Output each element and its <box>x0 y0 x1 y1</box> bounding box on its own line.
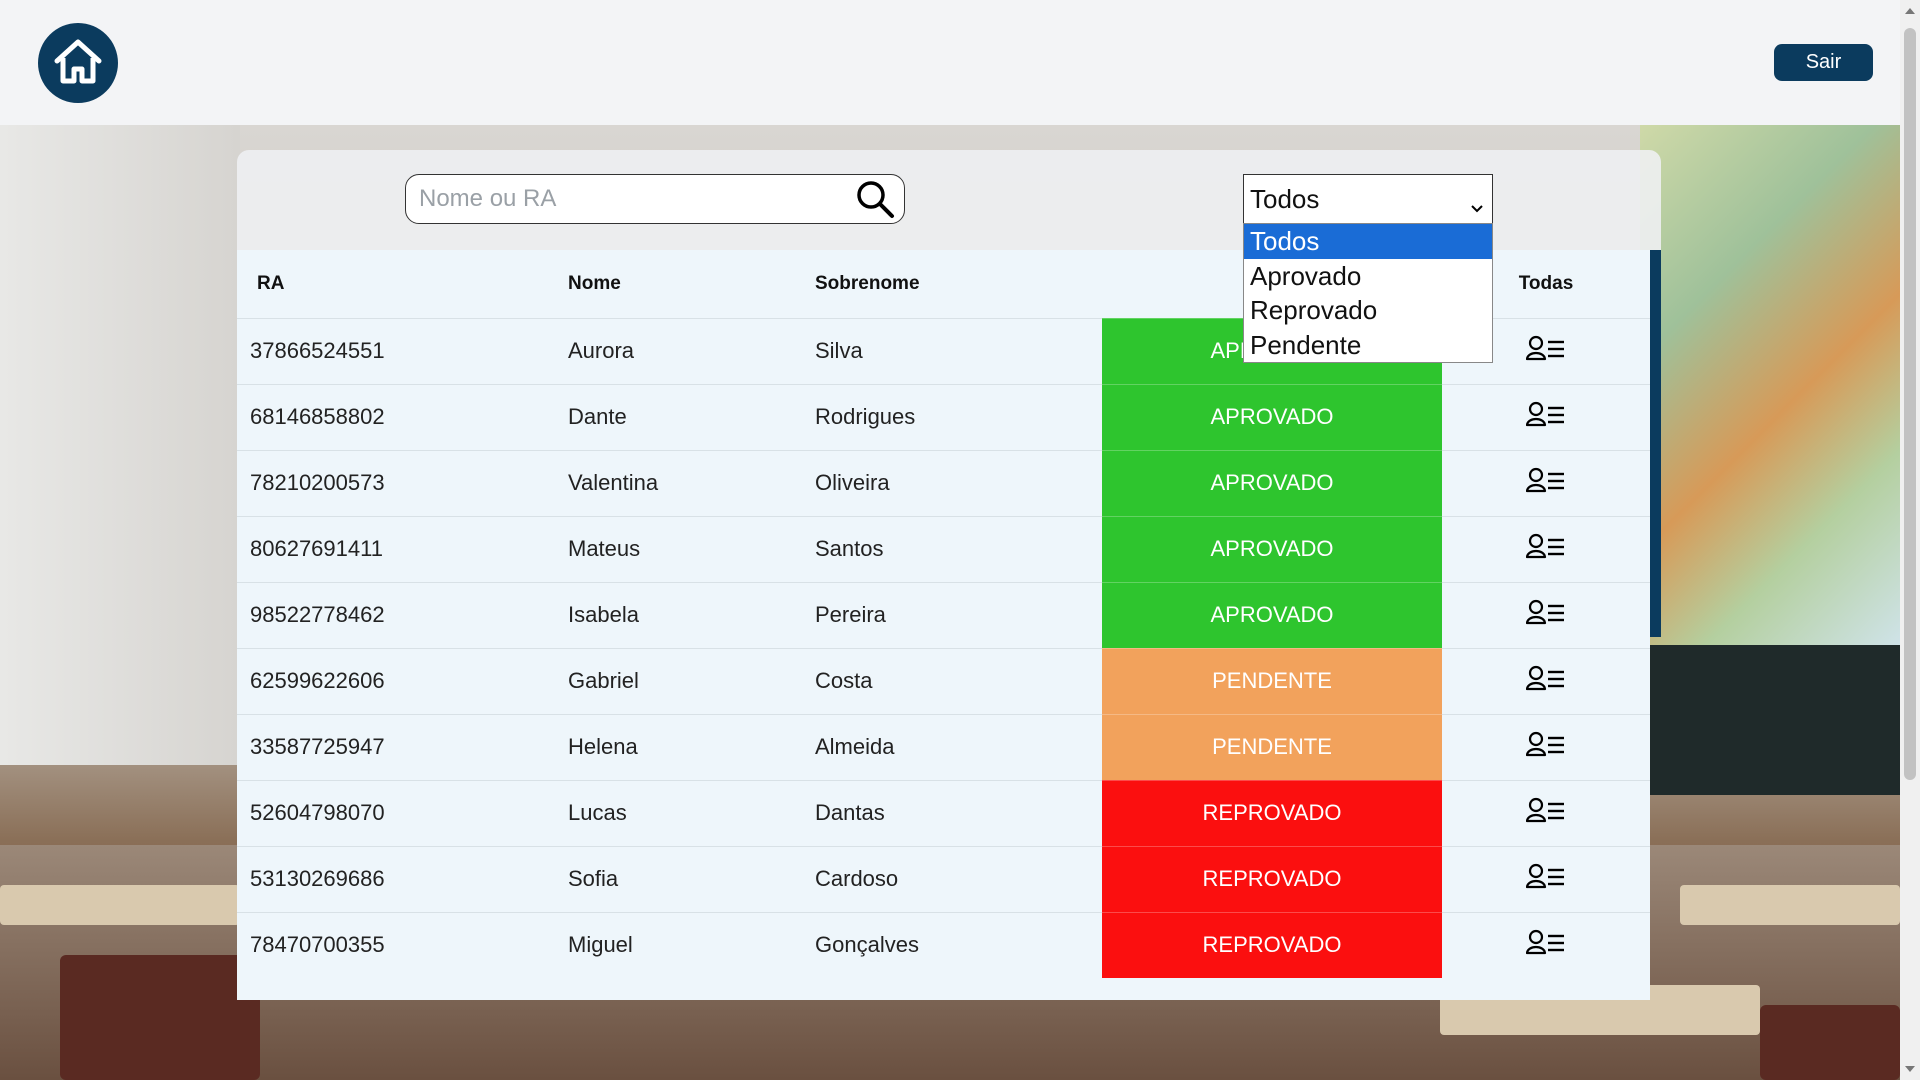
ra-cell: 98522778462 <box>237 581 568 648</box>
sobrenome-cell: Santos <box>815 515 1102 582</box>
top-bar: Sair <box>0 0 1900 125</box>
nome-cell: Lucas <box>568 779 815 846</box>
sobrenome-cell: Silva <box>815 317 1102 384</box>
nome-cell: Valentina <box>568 449 815 516</box>
table-row: 53130269686 Sofia Cardoso REPROVADO <box>237 845 1650 912</box>
ra-cell: 52604798070 <box>237 779 568 846</box>
status-badge: APROVADO <box>1102 383 1442 450</box>
sobrenome-cell: Cardoso <box>815 845 1102 912</box>
nome-cell: Dante <box>568 383 815 450</box>
user-list-icon[interactable] <box>1525 797 1566 829</box>
status-badge: APROVADO <box>1102 449 1442 516</box>
chevron-down-icon <box>1470 191 1484 222</box>
sobrenome-cell: Gonçalves <box>815 911 1102 978</box>
logout-button[interactable]: Sair <box>1774 44 1873 81</box>
option-pendente[interactable]: Pendente <box>1244 328 1492 363</box>
page-scrollbar[interactable] <box>1900 0 1920 1080</box>
user-list-icon[interactable] <box>1525 863 1566 895</box>
nome-cell: Isabela <box>568 581 815 648</box>
status-filter-options: Todos Aprovado Reprovado Pendente <box>1243 223 1493 363</box>
details-cell <box>1442 647 1650 714</box>
details-cell <box>1442 449 1650 516</box>
sobrenome-cell: Costa <box>815 647 1102 714</box>
sobrenome-cell: Rodrigues <box>815 383 1102 450</box>
table-row: 78210200573 Valentina Oliveira APROVADO <box>237 449 1650 516</box>
nome-cell: Aurora <box>568 317 815 384</box>
user-list-icon[interactable] <box>1525 731 1566 763</box>
desk <box>1680 885 1900 925</box>
sobrenome-cell: Almeida <box>815 713 1102 780</box>
table-row: 78470700355 Miguel Gonçalves REPROVADO <box>237 911 1650 978</box>
table-scrollbar[interactable] <box>1650 250 1661 637</box>
scroll-thumb[interactable] <box>1904 28 1916 780</box>
status-badge: REPROVADO <box>1102 845 1442 912</box>
scroll-down-icon[interactable] <box>1905 1066 1915 1072</box>
ra-cell: 37866524551 <box>237 317 568 384</box>
search-input[interactable] <box>406 175 852 223</box>
user-list-icon[interactable] <box>1525 929 1566 961</box>
details-cell <box>1442 383 1650 450</box>
nome-cell: Mateus <box>568 515 815 582</box>
table-row: 62599622606 Gabriel Costa PENDENTE <box>237 647 1650 714</box>
sobrenome-cell: Dantas <box>815 779 1102 846</box>
chair <box>60 955 260 1080</box>
chair <box>1760 1005 1900 1080</box>
column-header-sobrenome[interactable]: Sobrenome <box>815 250 1102 318</box>
ra-cell: 78470700355 <box>237 911 568 978</box>
status-filter-value: Todos <box>1250 183 1320 214</box>
search-icon[interactable] <box>852 176 898 222</box>
option-todos[interactable]: Todos <box>1244 224 1492 259</box>
user-list-icon[interactable] <box>1525 401 1566 433</box>
chalkboard <box>1640 645 1900 795</box>
option-aprovado[interactable]: Aprovado <box>1244 259 1492 294</box>
option-reprovado[interactable]: Reprovado <box>1244 293 1492 328</box>
ra-cell: 53130269686 <box>237 845 568 912</box>
sobrenome-cell: Pereira <box>815 581 1102 648</box>
details-cell <box>1442 779 1650 846</box>
ra-cell: 78210200573 <box>237 449 568 516</box>
wall <box>0 125 240 765</box>
status-badge: APROVADO <box>1102 515 1442 582</box>
desk <box>0 885 240 925</box>
status-filter-select[interactable]: Todos <box>1243 174 1493 224</box>
user-list-icon[interactable] <box>1525 467 1566 499</box>
scroll-up-icon[interactable] <box>1905 8 1915 14</box>
user-list-icon[interactable] <box>1525 599 1566 631</box>
ra-cell: 62599622606 <box>237 647 568 714</box>
details-cell <box>1442 845 1650 912</box>
details-cell <box>1442 911 1650 978</box>
status-badge: APROVADO <box>1102 581 1442 648</box>
home-icon <box>53 37 103 90</box>
world-map <box>1640 125 1900 645</box>
status-badge: REPROVADO <box>1102 779 1442 846</box>
user-list-icon[interactable] <box>1525 665 1566 697</box>
ra-cell: 80627691411 <box>237 515 568 582</box>
home-button[interactable] <box>38 23 118 103</box>
students-panel: Todos RA Nome Sobrenome Todas 3786652455… <box>237 150 1661 1000</box>
nome-cell: Miguel <box>568 911 815 978</box>
table-row: 98522778462 Isabela Pereira APROVADO <box>237 581 1650 648</box>
details-cell <box>1442 515 1650 582</box>
ra-cell: 33587725947 <box>237 713 568 780</box>
ra-cell: 68146858802 <box>237 383 568 450</box>
user-list-icon[interactable] <box>1525 335 1566 367</box>
table-row: 33587725947 Helena Almeida PENDENTE <box>237 713 1650 780</box>
table-row: 68146858802 Dante Rodrigues APROVADO <box>237 383 1650 450</box>
table-row: 52604798070 Lucas Dantas REPROVADO <box>237 779 1650 846</box>
nome-cell: Gabriel <box>568 647 815 714</box>
nome-cell: Sofia <box>568 845 815 912</box>
column-header-ra[interactable]: RA <box>237 250 568 318</box>
status-badge: PENDENTE <box>1102 713 1442 780</box>
column-header-nome[interactable]: Nome <box>568 250 815 318</box>
details-cell <box>1442 713 1650 780</box>
details-cell <box>1442 581 1650 648</box>
table-row: 80627691411 Mateus Santos APROVADO <box>237 515 1650 582</box>
status-badge: REPROVADO <box>1102 911 1442 978</box>
nome-cell: Helena <box>568 713 815 780</box>
status-badge: PENDENTE <box>1102 647 1442 714</box>
user-list-icon[interactable] <box>1525 533 1566 565</box>
search-box <box>405 174 905 224</box>
sobrenome-cell: Oliveira <box>815 449 1102 516</box>
